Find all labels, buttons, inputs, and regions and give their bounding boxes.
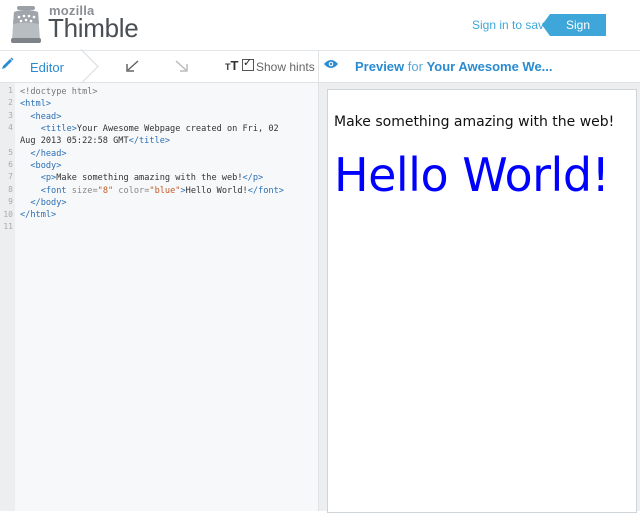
- line-number: 5: [8, 147, 13, 157]
- sign-up-label: Sign up: [566, 18, 591, 46]
- code-tag: </font>: [247, 185, 284, 196]
- code-text-node: Your Awesome Webpage created on Fri, 02: [76, 124, 279, 135]
- code-tag: </body>: [30, 198, 67, 209]
- code-tag: <head>: [30, 111, 62, 122]
- preview-for: for: [404, 59, 427, 74]
- line-number: 3: [8, 110, 13, 120]
- code-tag: <html>: [20, 99, 52, 110]
- code-attr: color=: [118, 185, 150, 196]
- line-number: 11: [3, 221, 13, 231]
- logo-thimble: Thimble: [48, 13, 139, 43]
- line-number: 6: [8, 160, 13, 170]
- show-hints-checkbox[interactable]: [242, 56, 254, 71]
- code-text-node: Aug 2013 05:22:58 GMT: [20, 136, 129, 147]
- code-text[interactable]: <!doctype html> <html> <head> <title>You…: [20, 86, 284, 222]
- code-doctype: <!doctype html>: [20, 87, 98, 97]
- code-tag: </html>: [20, 210, 57, 221]
- line-number: 9: [8, 197, 13, 207]
- code-tag: </title>: [128, 136, 171, 147]
- eye-icon: [324, 60, 338, 68]
- preview-page-title: Your Awesome We...: [426, 59, 553, 74]
- thimble-logo-icon[interactable]: [8, 4, 44, 44]
- pencil-icon: [2, 57, 14, 69]
- preview-title: Preview for Your Awesome We...: [355, 59, 553, 74]
- preview-paragraph: Make something amazing with the web!: [334, 114, 615, 130]
- line-number: 2: [8, 98, 13, 108]
- code-text-node: Make something amazing with the web!: [56, 173, 243, 184]
- sign-up-button[interactable]: Sign up: [542, 14, 606, 46]
- code-tag: </p>: [242, 173, 264, 184]
- preview-frame[interactable]: Make something amazing with the web! Hel…: [327, 89, 637, 513]
- line-number: 1: [8, 86, 13, 95]
- tab-editor[interactable]: Editor: [0, 51, 96, 82]
- code-text-node: Hello World!: [185, 185, 248, 196]
- code-tag: </head>: [30, 148, 67, 159]
- code-tag: <body>: [30, 161, 62, 172]
- redo-icon[interactable]: [172, 57, 192, 75]
- line-number: 10: [3, 209, 13, 219]
- code-editor[interactable]: 1 2 3 4 5 6 7 8 9 10 11 <!doctype html> …: [0, 83, 318, 511]
- preview-pane: Make something amazing with the web! Hel…: [319, 83, 640, 513]
- preview-hello-world: Hello World!: [334, 148, 610, 202]
- code-string: "blue": [149, 185, 181, 196]
- toolbar: Editor TT Show hints Preview for Your Aw…: [0, 50, 640, 83]
- line-number: 7: [8, 172, 13, 182]
- line-number: 8: [8, 184, 13, 194]
- code-attr: size=: [71, 185, 98, 196]
- line-number: 4: [8, 123, 13, 133]
- preview-label: Preview: [355, 59, 405, 74]
- code-string: "8": [97, 185, 114, 196]
- code-tag: <font: [40, 185, 67, 196]
- header: mozilla Thimble Sign in to save Sign up: [0, 0, 640, 50]
- undo-icon[interactable]: [122, 57, 142, 75]
- code-tag: <p>: [40, 173, 57, 184]
- text-size-toggle[interactable]: TT: [225, 58, 238, 73]
- line-gutter: 1 2 3 4 5 6 7 8 9 10 11: [0, 83, 15, 511]
- show-hints-label[interactable]: Show hints: [256, 60, 315, 74]
- sign-in-link[interactable]: Sign in to save: [472, 18, 551, 32]
- editor-tab-label: Editor: [30, 60, 64, 75]
- code-tag: <title>: [40, 124, 77, 135]
